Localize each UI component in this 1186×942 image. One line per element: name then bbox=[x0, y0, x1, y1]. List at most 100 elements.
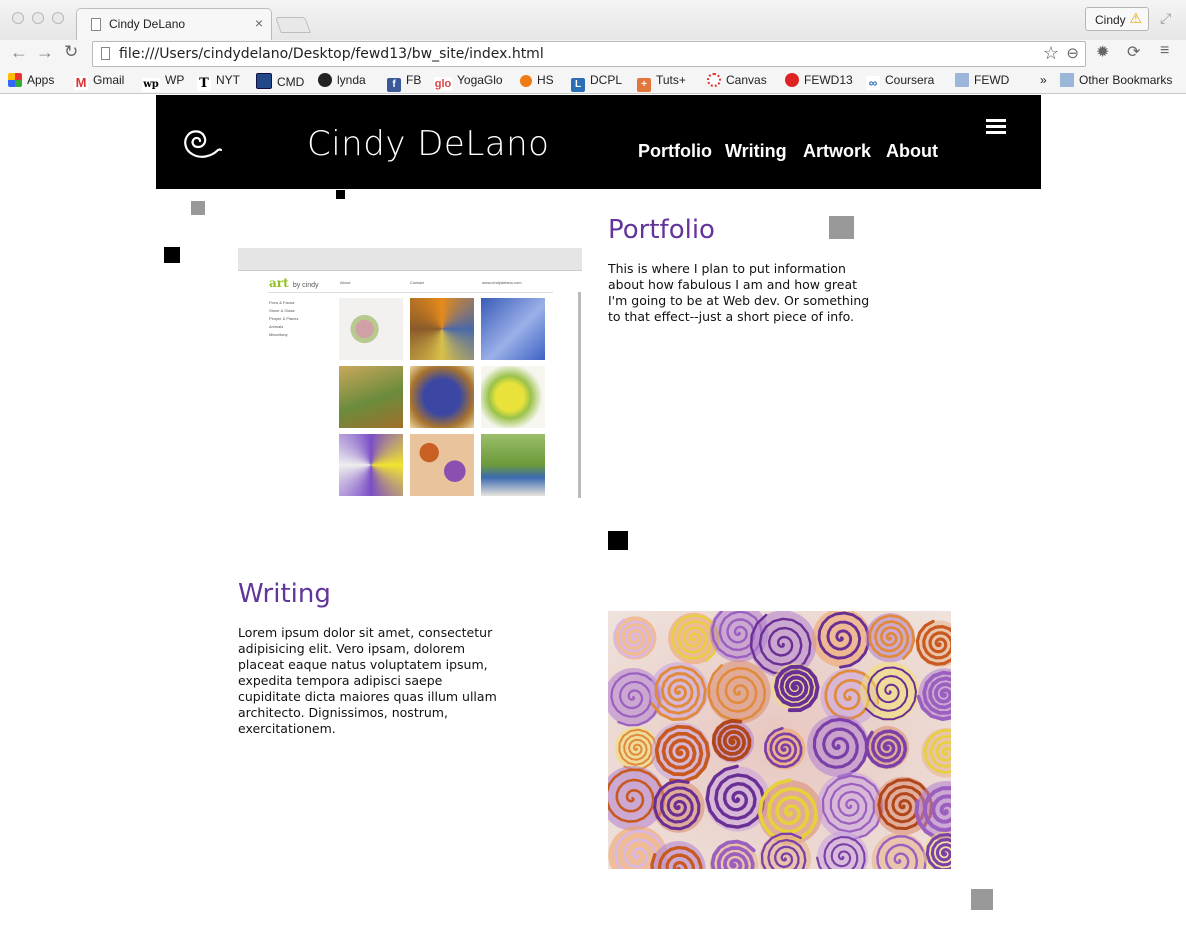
bookmark-item[interactable]: wp WP bbox=[142, 73, 184, 92]
hamburger-menu-icon[interactable] bbox=[986, 119, 1006, 137]
browser-title-bar: Cindy DeLano × Cindy ⚠ ⤢ bbox=[0, 0, 1186, 40]
portfolio-screenshot[interactable]: art by cindy About Contact www.cindydela… bbox=[238, 248, 582, 498]
thumbnail-side-link: Animals bbox=[269, 324, 284, 329]
fullscreen-icon[interactable]: ⤢ bbox=[1160, 10, 1171, 27]
canvas-icon bbox=[707, 73, 721, 87]
thumbnail-side-link: Stone & Glass bbox=[269, 308, 295, 313]
decorative-square bbox=[191, 201, 205, 215]
decorative-square bbox=[164, 247, 180, 263]
reload-icon[interactable]: ↻ bbox=[64, 42, 78, 62]
thumbnail-nav-link: Contact bbox=[410, 280, 424, 285]
nyt-icon: T bbox=[197, 77, 211, 91]
folder-icon bbox=[955, 73, 969, 87]
nav-link-artwork[interactable]: Artwork bbox=[803, 141, 871, 162]
page-icon bbox=[101, 47, 110, 60]
bookmarks-bar: Apps M Gmail wp WP T NYT CMD lynda f FB glo Y… bbox=[0, 68, 1186, 94]
thumbnail-scrollbar bbox=[578, 292, 581, 498]
thumbnail-browser-chrome bbox=[238, 248, 582, 271]
lynda-icon bbox=[318, 73, 332, 87]
spiral-logo-icon[interactable] bbox=[174, 119, 224, 163]
thumbnail-brand: art by cindy bbox=[269, 276, 319, 290]
forward-arrow-icon[interactable]: → bbox=[36, 42, 54, 63]
profile-name: Cindy bbox=[1095, 13, 1126, 27]
decorative-square bbox=[336, 190, 345, 199]
decorative-square bbox=[829, 216, 854, 239]
browser-tab[interactable]: Cindy DeLano × bbox=[76, 8, 272, 40]
nav-link-portfolio[interactable]: Portfolio bbox=[638, 141, 712, 162]
thumbnail-side-link: Miscellany bbox=[269, 332, 288, 337]
folder-icon bbox=[1060, 73, 1074, 87]
page-icon bbox=[91, 18, 101, 31]
thumbnail-side-link: Flora & Fauna bbox=[269, 300, 295, 305]
bookmark-item[interactable]: FEWD13 bbox=[785, 73, 853, 87]
ga-icon bbox=[785, 73, 799, 87]
bug-extension-icon[interactable]: ✹ bbox=[1096, 42, 1109, 62]
swirl-artwork-image[interactable] bbox=[608, 611, 951, 869]
hs-icon bbox=[520, 75, 532, 87]
thumbnail-side-link: People & Places bbox=[269, 316, 299, 321]
zoom-icon[interactable]: ⊖ bbox=[1066, 44, 1079, 62]
thumbnail-nav-link: About bbox=[340, 280, 351, 285]
bookmark-item[interactable]: ∞ Coursera bbox=[866, 73, 934, 90]
washington-post-icon: wp bbox=[142, 78, 160, 92]
zoom-window-button[interactable] bbox=[52, 12, 64, 24]
site-title[interactable]: Cindy DeLano bbox=[307, 124, 549, 164]
facebook-icon: f bbox=[387, 78, 401, 92]
art-tile bbox=[339, 366, 403, 428]
bookmark-item[interactable]: glo YogaGlo bbox=[434, 73, 503, 91]
art-tile bbox=[339, 298, 403, 360]
art-tile bbox=[339, 434, 403, 496]
tuts-plus-icon: + bbox=[637, 78, 651, 92]
cmd-icon bbox=[256, 73, 272, 89]
browser-toolbar: ← → ↻ file:///Users/cindydelano/Desktop/… bbox=[0, 40, 1186, 68]
swirl-artwork-drawing bbox=[608, 611, 951, 869]
address-bar[interactable]: file:///Users/cindydelano/Desktop/fewd13… bbox=[92, 41, 1086, 67]
art-tile bbox=[410, 366, 474, 428]
portfolio-text: This is where I plan to put information … bbox=[608, 261, 870, 324]
art-tile bbox=[481, 366, 545, 428]
dcpl-icon: L bbox=[571, 78, 585, 92]
bookmark-item[interactable]: T NYT bbox=[197, 73, 240, 91]
profile-button[interactable]: Cindy ⚠ bbox=[1085, 7, 1149, 31]
bookmark-item[interactable]: FEWD bbox=[955, 73, 1009, 87]
bookmark-item[interactable]: + Tuts+ bbox=[637, 73, 686, 92]
site-header: Cindy DeLano Portfolio Writing Artwork A… bbox=[156, 95, 1041, 189]
warning-icon: ⚠ bbox=[1129, 10, 1142, 26]
menu-icon[interactable]: ≡ bbox=[1160, 42, 1169, 60]
gmail-icon: M bbox=[74, 75, 88, 90]
back-arrow-icon[interactable]: ← bbox=[10, 42, 28, 63]
decorative-square bbox=[608, 531, 628, 550]
close-window-button[interactable] bbox=[12, 12, 24, 24]
art-tile bbox=[410, 434, 474, 496]
other-bookmarks[interactable]: Other Bookmarks bbox=[1060, 73, 1172, 87]
art-tile bbox=[481, 434, 545, 496]
tab-title: Cindy DeLano bbox=[109, 17, 186, 31]
apps-grid-icon bbox=[8, 73, 22, 87]
decorative-square bbox=[971, 889, 993, 910]
new-tab-button[interactable] bbox=[275, 17, 311, 33]
bookmark-item[interactable]: Apps bbox=[8, 73, 54, 87]
thumbnail-divider bbox=[268, 292, 553, 293]
minimize-window-button[interactable] bbox=[32, 12, 44, 24]
bookmark-item[interactable]: f FB bbox=[387, 73, 421, 92]
writing-heading: Writing bbox=[238, 579, 331, 609]
close-tab-button[interactable]: × bbox=[255, 15, 263, 31]
portfolio-heading: Portfolio bbox=[608, 215, 715, 245]
sync-extension-icon[interactable]: ⟳ bbox=[1127, 42, 1140, 62]
thumbnail-nav-link: www.cindydelano.com bbox=[482, 280, 522, 285]
nav-link-about[interactable]: About bbox=[886, 141, 938, 162]
glo-icon: glo bbox=[434, 77, 452, 91]
art-tile bbox=[410, 298, 474, 360]
address-bar-url[interactable]: file:///Users/cindydelano/Desktop/fewd13… bbox=[119, 46, 544, 62]
bookmark-item[interactable]: CMD bbox=[256, 73, 304, 89]
bookmark-item[interactable]: HS bbox=[520, 73, 554, 87]
coursera-icon: ∞ bbox=[866, 76, 880, 90]
bookmark-star-icon[interactable]: ☆ bbox=[1043, 43, 1059, 64]
bookmark-item[interactable]: lynda bbox=[318, 73, 366, 87]
bookmark-item[interactable]: Canvas bbox=[707, 73, 767, 87]
bookmarks-overflow-button[interactable]: » bbox=[1040, 73, 1047, 87]
art-tile bbox=[481, 298, 545, 360]
bookmark-item[interactable]: M Gmail bbox=[74, 73, 124, 90]
bookmark-item[interactable]: L DCPL bbox=[571, 73, 622, 92]
nav-link-writing[interactable]: Writing bbox=[725, 141, 787, 162]
